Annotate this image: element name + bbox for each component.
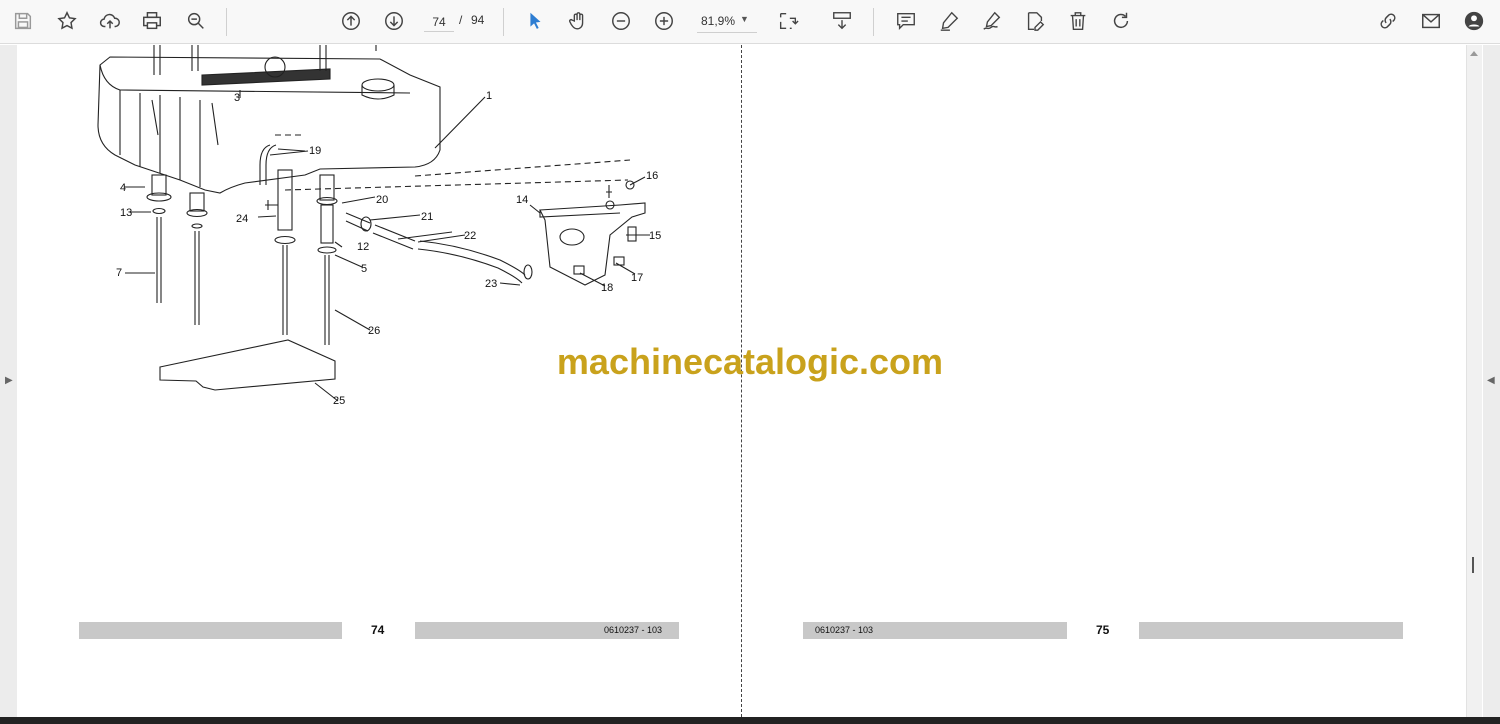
callout-23: 23 (485, 278, 497, 290)
chevron-down-icon[interactable]: ▼ (740, 14, 749, 24)
callout-19: 19 (309, 145, 321, 157)
scroll-up-icon[interactable] (1470, 51, 1478, 56)
scroll-position-marker (1472, 557, 1474, 573)
callout-12: 12 (357, 241, 369, 253)
comment-icon[interactable] (891, 6, 921, 36)
document-viewer[interactable]: ▶ ◀ 1 3 4 5 7 12 13 14 15 16 17 18 19 20… (0, 45, 1500, 717)
callout-13: 13 (120, 207, 132, 219)
next-page-icon[interactable] (379, 6, 409, 36)
footer-bar-right (1139, 622, 1403, 639)
star-icon[interactable] (52, 6, 82, 36)
callout-26: 26 (368, 325, 380, 337)
callout-5: 5 (361, 263, 367, 275)
callout-16: 16 (646, 170, 658, 182)
cursor-icon[interactable] (520, 6, 550, 36)
page-number-input[interactable] (424, 12, 454, 32)
prev-page-icon[interactable] (336, 6, 366, 36)
hand-icon[interactable] (563, 6, 593, 36)
footer-bar-left (79, 622, 342, 639)
document-code-right: 0610237 - 103 (815, 625, 874, 635)
callout-14: 14 (516, 194, 528, 206)
rotate-icon[interactable] (1106, 6, 1136, 36)
callout-22: 22 (464, 230, 476, 242)
taskbar-edge (0, 717, 1500, 724)
link-icon[interactable] (1373, 6, 1403, 36)
page-number-right: 75 (1096, 623, 1110, 637)
callout-3: 3 (234, 92, 240, 104)
fit-page-icon[interactable] (773, 6, 803, 36)
footer-code-bar-left: 0610237 - 103 (415, 622, 679, 639)
highlight-icon[interactable] (934, 6, 964, 36)
print-icon[interactable] (137, 6, 167, 36)
callout-20: 20 (376, 194, 388, 206)
save-icon[interactable] (8, 6, 38, 36)
zoom-search-icon[interactable] (181, 6, 211, 36)
edit-pdf-icon[interactable] (1020, 6, 1050, 36)
mail-icon[interactable] (1416, 6, 1446, 36)
callout-25: 25 (333, 395, 345, 407)
sign-icon[interactable] (977, 6, 1007, 36)
callout-15: 15 (649, 230, 661, 242)
upload-icon[interactable] (95, 6, 125, 36)
document-code-left: 0610237 - 103 (604, 625, 663, 635)
callout-24: 24 (236, 213, 248, 225)
zoom-in-icon[interactable] (649, 6, 679, 36)
callout-4: 4 (120, 182, 126, 194)
watermark: machinecatalogic.com (556, 341, 944, 382)
page-total: 94 (471, 13, 485, 27)
callout-18: 18 (601, 282, 613, 294)
callout-7: 7 (116, 267, 122, 279)
callout-1: 1 (486, 90, 492, 102)
footer-code-bar-right: 0610237 - 103 (803, 622, 1067, 639)
zoom-out-icon[interactable] (606, 6, 636, 36)
delete-icon[interactable] (1063, 6, 1093, 36)
toolbar: / 94 81,9% ▼ (0, 0, 1500, 44)
page-number-left: 74 (371, 623, 385, 637)
page-separator: / (459, 13, 463, 27)
callout-21: 21 (421, 211, 433, 223)
account-icon[interactable] (1459, 6, 1489, 36)
scroll-mode-icon[interactable] (827, 6, 857, 36)
callout-17: 17 (631, 272, 643, 284)
